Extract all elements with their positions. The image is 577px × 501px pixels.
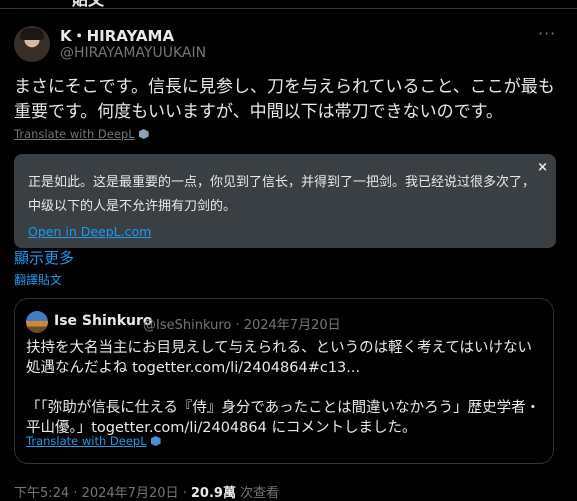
author-avatar[interactable] bbox=[14, 26, 50, 62]
translate-link-label: Translate with DeepL bbox=[14, 127, 135, 141]
author-name[interactable]: K・HIRAYAMA bbox=[60, 25, 174, 46]
quoted-text-line: 扶持を大名当主にお目見えして与えられる、というのは軽く考えてはいけない処遇なんだ… bbox=[26, 340, 533, 376]
quoted-text-gap bbox=[26, 378, 542, 398]
open-in-deepl-link[interactable]: Open in DeepL.com bbox=[28, 224, 151, 239]
back-arrow-icon[interactable]: ← bbox=[14, 0, 27, 5]
avatar-hair bbox=[20, 28, 44, 40]
show-more-link[interactable]: 顯示更多 bbox=[14, 247, 74, 268]
deepl-icon bbox=[138, 129, 149, 139]
post-text: まさにそこです。信長に見参し、刀を与えられていること、ここが最も重要です。何度も… bbox=[14, 77, 555, 122]
translation-box: × 正是如此。这是最重要的一点，你见到了信长，并得到了一把剑。我已经说过很多次了… bbox=[14, 154, 556, 248]
page-title: 貼文 bbox=[72, 0, 104, 10]
translation-text: 正是如此。这是最重要的一点，你见到了信长，并得到了一把剑。我已经说过很多次了，中… bbox=[28, 175, 536, 214]
close-icon[interactable]: × bbox=[537, 160, 548, 175]
translate-with-deepl-link[interactable]: Translate with DeepL bbox=[14, 127, 149, 141]
quoted-text: 扶持を大名当主にお目見えして与えられる、というのは軽く考えてはいけない処遇なんだ… bbox=[26, 338, 542, 438]
deepl-icon bbox=[150, 436, 161, 446]
quoted-author-name: Ise Shinkuro bbox=[54, 313, 153, 329]
post-footer: 下午5:24 · 2024年7月20日 · 20.9萬 次查看 bbox=[14, 482, 279, 501]
more-dots-icon[interactable]: ··· bbox=[538, 24, 556, 43]
top-bar: ← 貼文 bbox=[0, 0, 577, 9]
quoted-post[interactable]: Ise Shinkuro @IseShinkuro · 2024年7月20日 扶… bbox=[14, 298, 554, 464]
quoted-translate-label: Translate with DeepL bbox=[26, 434, 147, 448]
author-handle[interactable]: @HIRAYAMAYUUKAIN bbox=[60, 45, 206, 61]
quoted-translate-with-deepl-link[interactable]: Translate with DeepL bbox=[26, 434, 161, 448]
quoted-author-avatar bbox=[26, 311, 48, 333]
quoted-text-line: 「「弥助が信長に仕える『侍』身分であったことは間違いなかろう」歴史学者・平山優。… bbox=[26, 400, 541, 436]
quoted-author-meta: @IseShinkuro · 2024年7月20日 bbox=[143, 318, 341, 333]
translate-post-link[interactable]: 翻譯貼文 bbox=[14, 271, 62, 288]
